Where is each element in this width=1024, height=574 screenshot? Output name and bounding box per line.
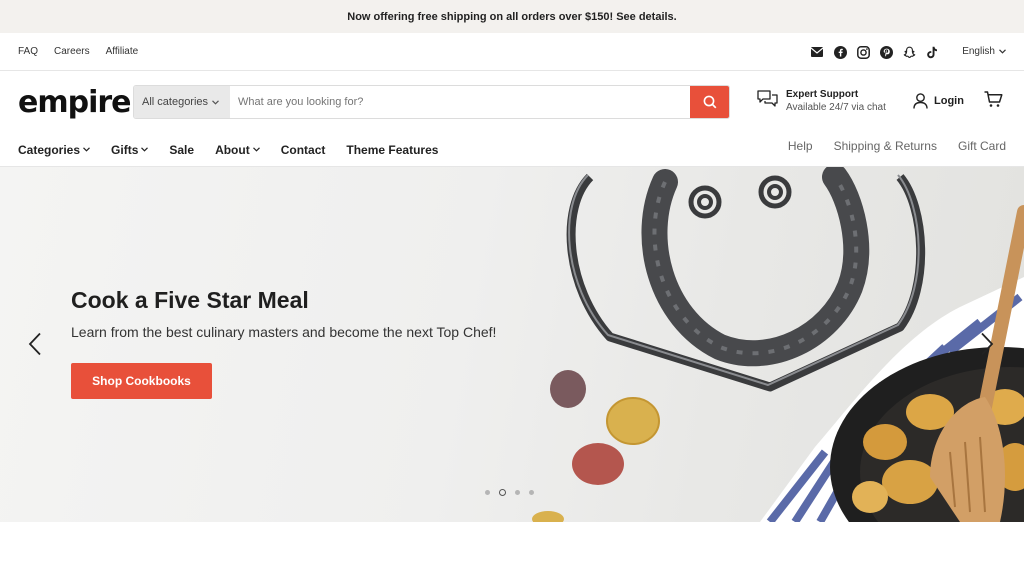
- nav-item-gifts[interactable]: Gifts: [111, 142, 149, 157]
- mail-icon[interactable]: [810, 45, 824, 59]
- announcement-bar[interactable]: Now offering free shipping on all orders…: [0, 0, 1024, 33]
- pinterest-icon[interactable]: [879, 45, 893, 59]
- cart-button[interactable]: [984, 91, 1003, 113]
- nav-item-categories[interactable]: Categories: [18, 143, 90, 157]
- chevron-right-icon: [981, 332, 994, 356]
- nav-item-sale[interactable]: Sale: [169, 143, 194, 157]
- chevron-down-icon: [83, 147, 90, 152]
- utility-links: FAQ Careers Affiliate: [18, 46, 138, 57]
- nav-item-label: Categories: [18, 142, 81, 157]
- login-link[interactable]: Login: [913, 93, 964, 109]
- search-button[interactable]: [690, 86, 729, 118]
- previous-slide-button[interactable]: [28, 332, 42, 361]
- cart-icon: [984, 91, 1003, 107]
- expert-support[interactable]: Expert Support Available 24/7 via chat: [757, 89, 886, 113]
- careers-link[interactable]: Careers: [54, 46, 90, 57]
- faq-link[interactable]: FAQ: [18, 46, 38, 57]
- language-label: English: [962, 46, 995, 57]
- support-subtitle: Available 24/7 via chat: [786, 102, 886, 113]
- hero-background-image: [532, 167, 1024, 522]
- nav-item-label: Contact: [280, 142, 326, 157]
- instagram-icon[interactable]: [856, 45, 870, 59]
- snapchat-icon[interactable]: [902, 45, 916, 59]
- slide-dot[interactable]: [529, 490, 534, 495]
- shop-cookbooks-button[interactable]: Shop Cookbooks: [71, 363, 212, 399]
- nav-primary: Categories Gifts Sale About Contact Them…: [18, 143, 438, 157]
- nav-item-contact[interactable]: Contact: [281, 143, 326, 157]
- search-input[interactable]: [230, 86, 690, 118]
- nav-item-label: About: [215, 142, 250, 157]
- announcement-text[interactable]: Now offering free shipping on all orders…: [347, 11, 676, 23]
- search-icon: [703, 95, 716, 109]
- hero-title: Cook a Five Star Meal: [71, 287, 309, 313]
- main-nav: Categories Gifts Sale About Contact Them…: [0, 133, 1024, 167]
- nav-secondary: Help Shipping & Returns Gift Card: [788, 139, 1006, 153]
- nav-item-help[interactable]: Help: [788, 139, 813, 153]
- search-category-select[interactable]: All categories: [134, 86, 230, 118]
- next-slide-button[interactable]: [980, 332, 994, 361]
- social-links: [810, 45, 939, 59]
- slide-dot[interactable]: [499, 489, 506, 496]
- support-text: Expert Support Available 24/7 via chat: [786, 89, 886, 113]
- slide-pagination: [485, 489, 534, 496]
- nav-item-gift-card[interactable]: Gift Card: [958, 139, 1006, 153]
- chevron-left-icon: [28, 332, 41, 356]
- hero-subtitle: Learn from the best culinary masters and…: [71, 324, 497, 340]
- search-bar: All categories: [133, 85, 730, 119]
- support-title: Expert Support: [786, 89, 859, 100]
- chat-bubbles-icon: [757, 90, 778, 107]
- user-icon: [913, 93, 928, 109]
- hero-slideshow: Cook a Five Star Meal Learn from the bes…: [0, 167, 1024, 522]
- chevron-down-icon: [999, 49, 1006, 54]
- nav-item-shipping-returns[interactable]: Shipping & Returns: [834, 139, 937, 153]
- affiliate-link[interactable]: Affiliate: [106, 46, 139, 57]
- chevron-down-icon: [252, 147, 260, 152]
- chevron-down-icon: [212, 99, 219, 105]
- nav-item-about[interactable]: About: [215, 143, 260, 157]
- slide-dot[interactable]: [485, 490, 490, 495]
- login-label: Login: [934, 95, 964, 107]
- nav-item-theme-features[interactable]: Theme Features: [346, 143, 438, 157]
- tiktok-icon[interactable]: [925, 45, 939, 59]
- facebook-icon[interactable]: [833, 45, 847, 59]
- nav-item-label: Theme Features: [346, 142, 439, 157]
- main-header: empire All categories Expert Support Ava…: [0, 71, 1024, 133]
- slide-dot[interactable]: [515, 490, 520, 495]
- search-category-label: All categories: [142, 96, 209, 108]
- nav-item-label: Sale: [169, 142, 195, 157]
- chevron-down-icon: [141, 147, 149, 152]
- store-logo[interactable]: empire: [18, 85, 132, 120]
- language-selector[interactable]: English: [962, 46, 1006, 57]
- utility-bar: FAQ Careers Affiliate English: [0, 33, 1024, 71]
- nav-item-label: Gifts: [111, 142, 139, 157]
